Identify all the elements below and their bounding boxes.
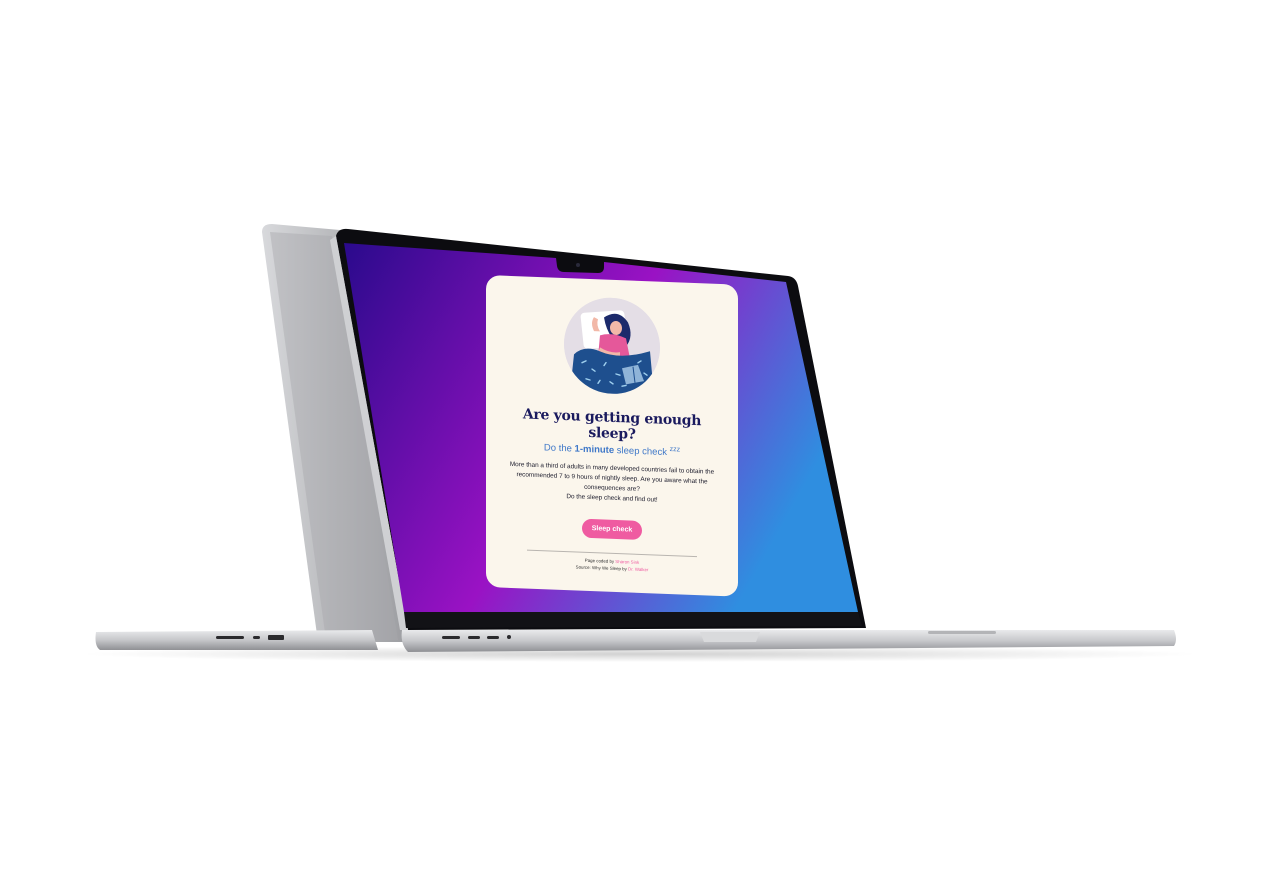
subtitle-emphasis: 1-minute <box>574 443 615 457</box>
source-label: Source: Why We Sleep by <box>575 564 629 572</box>
camera-icon <box>576 263 580 267</box>
zzz-icon: zzz <box>669 446 681 454</box>
subtitle-suffix: sleep check <box>614 445 667 459</box>
page-title: Are you getting enough sleep? <box>522 406 702 443</box>
footer-divider <box>527 549 697 558</box>
back-laptop-port-1 <box>216 636 244 639</box>
source-line: Source: Why We Sleep by Dr. Walker <box>576 564 649 574</box>
intro-call-to-action: Do the sleep check and find out! <box>566 493 658 504</box>
mockup-stage: Are you getting enough sleep? Do the 1-m… <box>0 0 1280 896</box>
sleep-check-card-wrapper: Are you getting enough sleep? Do the 1-m… <box>486 275 738 597</box>
front-laptop-base <box>401 630 1177 652</box>
intro-paragraph: More than a third of adults in many deve… <box>509 461 715 494</box>
source-author-link[interactable]: Dr. Walker <box>628 567 648 573</box>
sleeping-woman-illustration <box>564 295 660 396</box>
front-laptop-port-1 <box>442 636 460 639</box>
intro-text: More than a third of adults in many deve… <box>500 460 724 509</box>
credits: Page coded by Sharon Sink Source: Why We… <box>576 557 649 574</box>
coded-by-link[interactable]: Sharon Sink <box>615 559 639 565</box>
back-laptop-base <box>95 630 378 650</box>
sleep-check-card: Are you getting enough sleep? Do the 1-m… <box>486 275 738 597</box>
subtitle-prefix: Do the <box>543 442 575 455</box>
page-subtitle: Do the 1-minute sleep check zzz <box>544 441 680 458</box>
sleep-check-button[interactable]: Sleep check <box>581 518 643 541</box>
sleeping-woman-icon <box>564 297 660 396</box>
